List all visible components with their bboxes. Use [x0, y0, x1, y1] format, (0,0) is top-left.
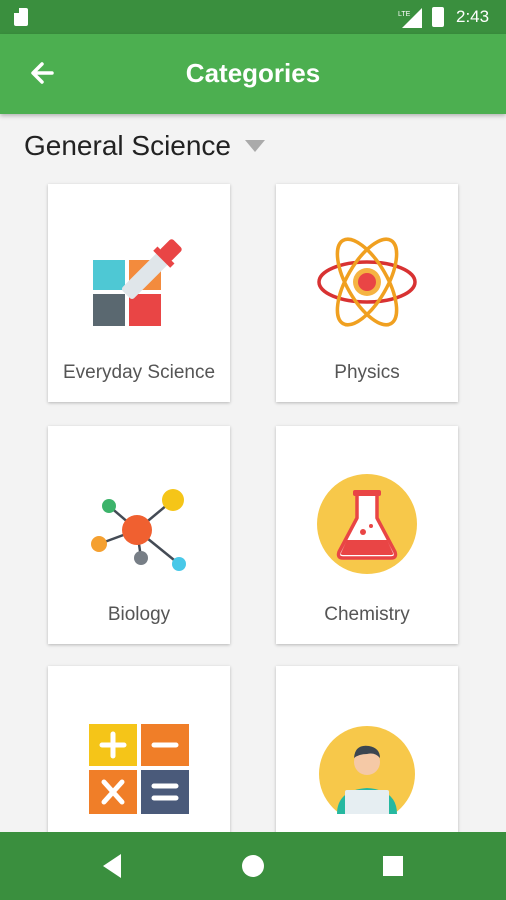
- category-card-biology[interactable]: Biology: [48, 426, 230, 644]
- molecule-icon: [91, 489, 186, 571]
- page-title: Categories: [185, 58, 321, 88]
- subject-dropdown-label: General Science: [24, 130, 232, 161]
- category-label: Everyday Science: [62, 362, 216, 383]
- category-card-physics[interactable]: Physics: [276, 184, 458, 402]
- nav-home-icon[interactable]: [237, 850, 269, 882]
- category-card-everyday-science[interactable]: Everyday Science: [48, 184, 230, 402]
- person-laptop-icon: [319, 726, 415, 814]
- sd-card-icon: [14, 8, 28, 26]
- subject-dropdown[interactable]: General Science: [24, 126, 266, 166]
- calculator-icon: [89, 724, 189, 814]
- flask-icon: [317, 474, 417, 574]
- dropper-grid-icon: [93, 239, 182, 326]
- app-bar: Categories: [0, 34, 506, 114]
- network-type: LTE: [398, 11, 411, 18]
- category-label: Biology: [107, 604, 171, 625]
- system-nav-bar: [0, 832, 506, 900]
- status-time: 2:43: [456, 7, 490, 26]
- signal-icon: LTE: [398, 8, 422, 28]
- category-card-chemistry[interactable]: Chemistry: [276, 426, 458, 644]
- status-bar: LTE 2:43: [0, 0, 506, 34]
- nav-recents-icon[interactable]: [377, 850, 409, 882]
- dropdown-caret-icon: [245, 140, 266, 152]
- category-label: Chemistry: [324, 604, 410, 625]
- battery-icon: [432, 7, 444, 27]
- atom-icon: [317, 237, 417, 327]
- nav-back-icon[interactable]: [97, 850, 129, 882]
- category-label: Physics: [334, 362, 400, 383]
